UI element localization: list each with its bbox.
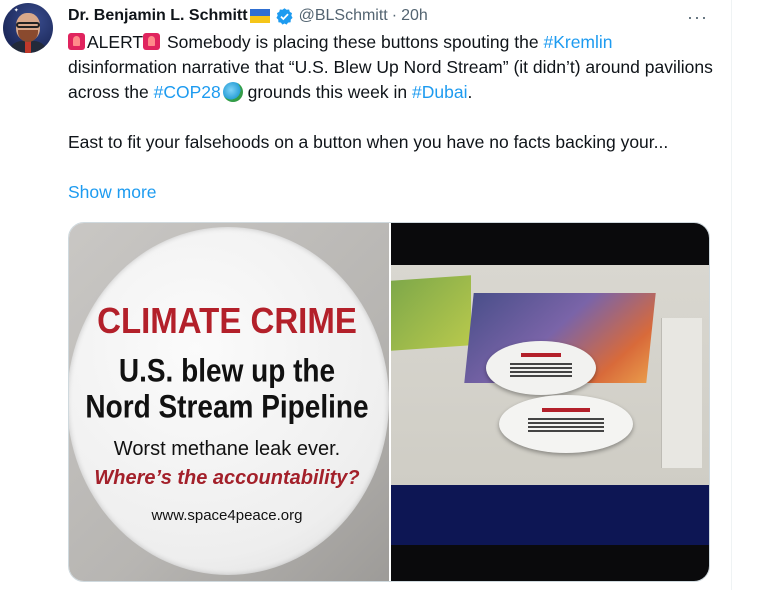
author-handle[interactable]: @BLSchmitt	[299, 7, 388, 25]
tweet[interactable]: ✦ ✦ Dr. Benjamin L. Schmitt @BLSchmitt ·…	[0, 0, 732, 590]
text-segment: Somebody is placing these buttons spouti…	[162, 32, 544, 52]
text-segment: grounds this week in	[242, 82, 412, 102]
hashtag-kremlin[interactable]: #Kremlin	[543, 32, 612, 52]
separator-dot: ·	[391, 7, 398, 24]
rotating-light-icon	[68, 33, 85, 50]
button-text-url: www.space4peace.org	[151, 507, 303, 524]
tweet-timestamp[interactable]: 20h	[401, 7, 428, 25]
green-brochure	[391, 275, 471, 351]
ukraine-flag-icon	[249, 9, 270, 23]
button-text-climate-crime: CLIMATE CRIME	[97, 300, 357, 341]
pin-button-small	[486, 341, 596, 395]
hashtag-dubai[interactable]: #Dubai	[412, 82, 467, 102]
tweet-header: Dr. Benjamin L. Schmitt @BLSchmitt · 20h	[68, 5, 428, 27]
button-text-line4: Worst methane leak ever.	[113, 438, 341, 460]
rotating-light-icon	[143, 33, 161, 50]
author-name[interactable]: Dr. Benjamin L. Schmitt	[68, 7, 248, 25]
show-more-link[interactable]: Show more	[68, 182, 157, 203]
cop28-globe-icon	[222, 82, 243, 102]
verified-badge-icon[interactable]	[275, 7, 294, 26]
stars-decoration: ✦ ✦	[7, 8, 19, 14]
avatar[interactable]: ✦ ✦	[3, 3, 53, 53]
tweet-text: ALERT Somebody is placing these buttons …	[68, 30, 718, 155]
hashtag-cop28[interactable]: #COP28	[154, 82, 221, 102]
text-segment: .	[467, 82, 473, 102]
button-text-line5: Where’s the accountability?	[94, 467, 360, 489]
tweet-paragraph-2: East to fit your falsehoods on a button …	[68, 132, 669, 152]
pin-button-image: CLIMATE CRIME U.S. blew up the Nord Stre…	[69, 227, 389, 575]
button-text-line3: Nord Stream Pipeline	[85, 388, 369, 425]
navy-tablecloth	[391, 485, 709, 545]
tweet-media[interactable]: CLIMATE CRIME U.S. blew up the Nord Stre…	[68, 222, 710, 582]
pin-button-small	[499, 395, 633, 453]
avatar-tie	[25, 41, 31, 53]
media-photo-button-closeup[interactable]: CLIMATE CRIME U.S. blew up the Nord Stre…	[69, 223, 389, 581]
more-options-icon[interactable]: ···	[687, 7, 708, 28]
media-photo-table-display[interactable]	[391, 223, 709, 581]
paper-sheet	[661, 318, 702, 468]
alert-word: ALERT	[87, 32, 144, 52]
button-text-line2: U.S. blew up the	[118, 352, 336, 389]
avatar-glasses	[16, 22, 40, 28]
tweet-paragraph-1: ALERT Somebody is placing these buttons …	[68, 30, 718, 105]
